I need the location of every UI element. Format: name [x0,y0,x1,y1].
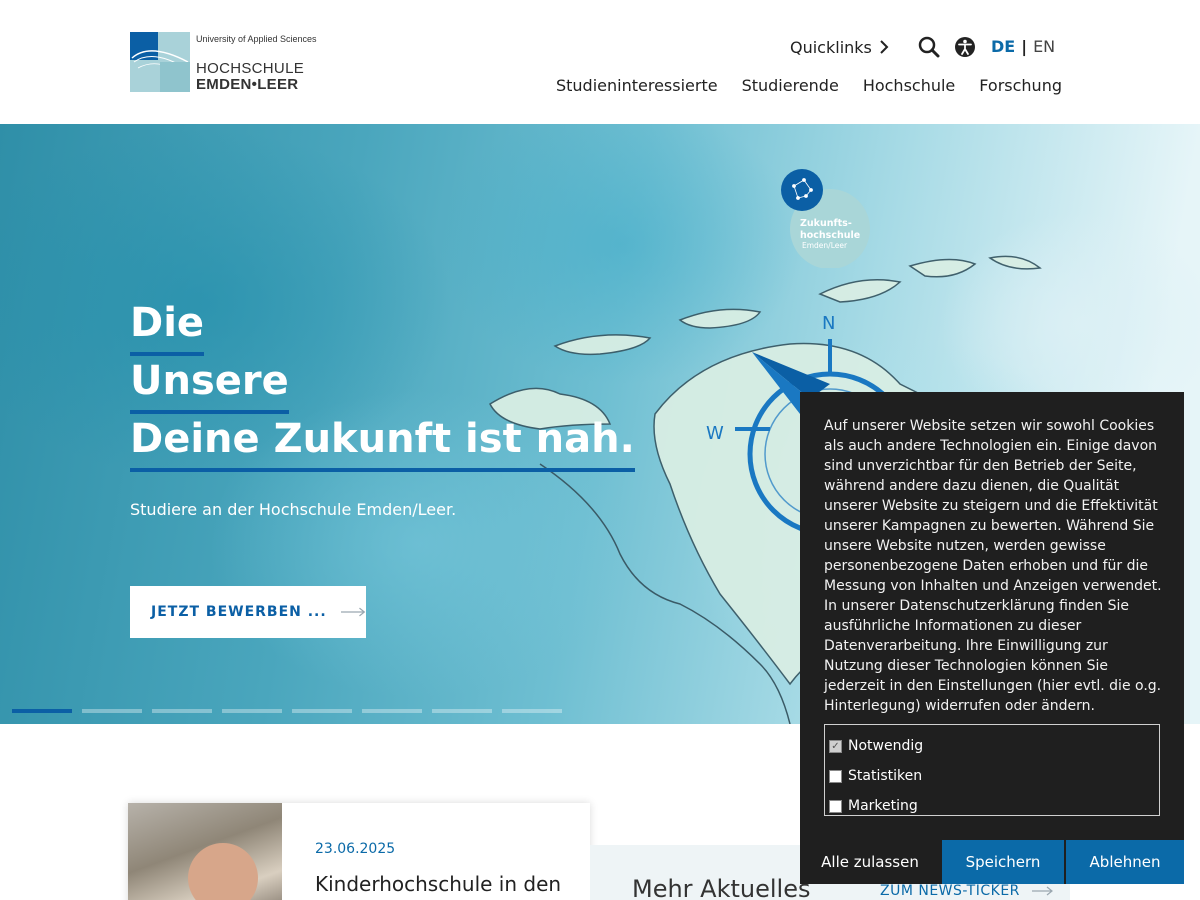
news-ticker-label: ZUM NEWS-TICKER [880,883,1020,899]
checkbox-checked-icon[interactable]: ✓ [829,739,842,753]
zukunftshochschule-badge: Zukunfts- hochschule Emden/Leer [781,169,870,268]
reject-button[interactable]: Ablehnen [1066,840,1184,884]
badge-line1: Zukunfts- [800,218,852,229]
nav-forschung[interactable]: Forschung [979,76,1062,95]
news-card[interactable]: 23.06.2025 Kinderhochschule in den Somme… [128,803,590,900]
checkbox-icon[interactable] [829,769,842,783]
nav-studieninteressierte[interactable]: Studieninteressierte [556,76,718,95]
more-news-title: Mehr Aktuelles [632,875,811,900]
cookie-option-marketing[interactable]: Marketing [829,791,1155,821]
slider-dot[interactable] [292,709,352,713]
apply-now-button[interactable]: JETZT BEWERBEN ... [130,586,366,638]
news-image [128,803,282,900]
hero-line-2: Unsere [130,352,289,414]
news-title[interactable]: Kinderhochschule in den Sommerferien [315,871,565,900]
allow-all-button[interactable]: Alle zulassen [800,840,940,884]
lang-en[interactable]: EN [1033,37,1055,56]
arrow-right-icon [340,607,365,617]
chevron-right-icon [880,40,889,54]
cookie-options: ✓ Notwendig Statistiken Marketing [824,724,1160,816]
slider-dot[interactable] [432,709,492,713]
slider-pagination [12,709,562,713]
main-navigation: Studieninteressierte Studierende Hochsch… [556,76,1062,95]
cookie-buttons: Alle zulassen Speichern Ablehnen [800,840,1184,884]
cookie-option-notwendig[interactable]: ✓ Notwendig [829,731,1155,761]
university-logo[interactable]: University of Applied Sciences HOCHSCHUL… [130,32,317,94]
hero-subtitle: Studiere an der Hochschule Emden/Leer. [130,500,457,519]
logo-name-line2: EMDEN•LEER [196,76,299,93]
logo-tagline: University of Applied Sciences [196,34,317,44]
slider-dot[interactable] [222,709,282,713]
slider-dot[interactable] [502,709,562,713]
checkbox-icon[interactable] [829,799,842,813]
slider-dot[interactable] [12,709,72,713]
save-button[interactable]: Speichern [942,840,1064,884]
quicklinks-button[interactable]: Quicklinks [790,36,890,58]
cookie-option-label: Notwendig [848,738,924,754]
logo-name-line1: HOCHSCHULE [196,60,305,77]
news-date: 23.06.2025 [315,841,396,857]
cookie-consent-panel: Auf unserer Website setzen wir sowohl Co… [800,392,1184,884]
arrow-right-icon [1031,886,1053,896]
search-icon[interactable] [918,36,940,58]
news-ticker-link[interactable]: ZUM NEWS-TICKER [880,883,1054,899]
badge-line2: hochschule [800,230,860,241]
apply-now-label: JETZT BEWERBEN ... [151,604,327,620]
quicklinks-label: Quicklinks [790,37,872,57]
nav-studierende[interactable]: Studierende [742,76,839,95]
cookie-option-label: Marketing [848,798,918,814]
cookie-text: Auf unserer Website setzen wir sowohl Co… [824,418,1162,714]
lang-de[interactable]: DE [991,37,1015,56]
hero-headline: Die Unsere Deine Zukunft ist nah. [130,294,635,472]
hero-line-3: Deine Zukunft ist nah. [130,410,635,472]
lang-separator: | [1021,37,1028,56]
logo-mark-icon [130,32,190,92]
slider-dot[interactable] [152,709,212,713]
cookie-option-statistiken[interactable]: Statistiken [829,761,1155,791]
accessibility-icon[interactable] [954,36,976,58]
slider-dot[interactable] [362,709,422,713]
cookie-option-label: Statistiken [848,768,923,784]
site-header: University of Applied Sciences HOCHSCHUL… [0,0,1200,124]
language-switcher: DE | EN [991,37,1055,56]
hero-line-1: Die [130,294,205,356]
nav-hochschule[interactable]: Hochschule [863,76,955,95]
slider-dot[interactable] [82,709,142,713]
badge-line3: Emden/Leer [802,241,848,250]
